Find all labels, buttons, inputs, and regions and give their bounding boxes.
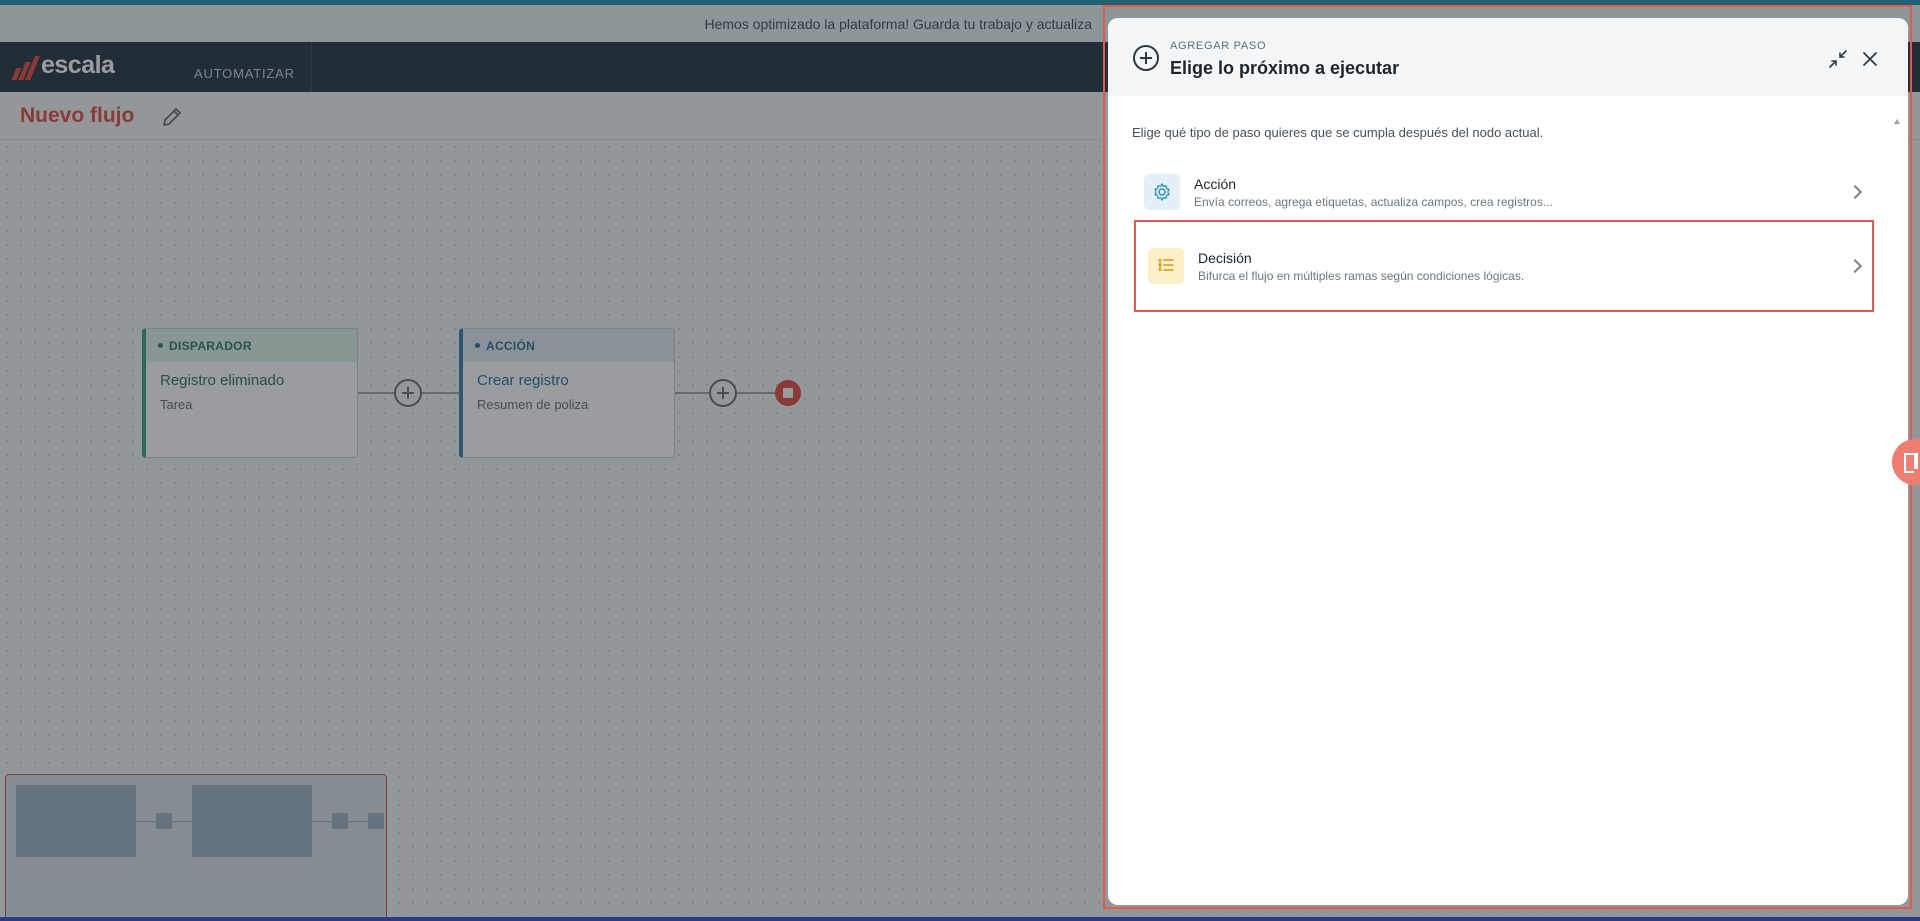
plus-circle-icon — [1133, 45, 1159, 71]
option-accion-description: Envía correos, agrega etiquetas, actuali… — [1194, 194, 1553, 209]
chevron-right-icon — [1847, 258, 1863, 274]
add-step-panel: AGREGAR PASO Elige lo próximo a ejecutar… — [1108, 18, 1908, 905]
taskbar-edge — [0, 917, 1920, 921]
minimize-icon[interactable] — [1827, 48, 1849, 70]
option-decision-title: Decisión — [1198, 249, 1252, 266]
option-decision[interactable]: Decisión Bifurca el flujo en múltiples r… — [1134, 220, 1874, 312]
option-accion-title: Acción — [1194, 175, 1237, 192]
option-accion[interactable]: Acción Envía correos, agrega etiquetas, … — [1132, 159, 1872, 225]
panel-header: AGREGAR PASO Elige lo próximo a ejecutar — [1108, 18, 1908, 96]
close-icon[interactable] — [1859, 48, 1881, 70]
scroll-up-arrow-icon[interactable] — [1894, 119, 1900, 124]
panel-eyebrow: AGREGAR PASO — [1170, 40, 1267, 52]
option-decision-description: Bifurca el flujo en múltiples ramas segú… — [1198, 268, 1525, 283]
chevron-right-icon — [1847, 184, 1863, 200]
panel-intro: Elige qué tipo de paso quieres que se cu… — [1132, 125, 1544, 140]
list-icon — [1148, 248, 1184, 284]
panel-title: Elige lo próximo a ejecutar — [1170, 58, 1400, 78]
gear-icon — [1144, 174, 1180, 210]
